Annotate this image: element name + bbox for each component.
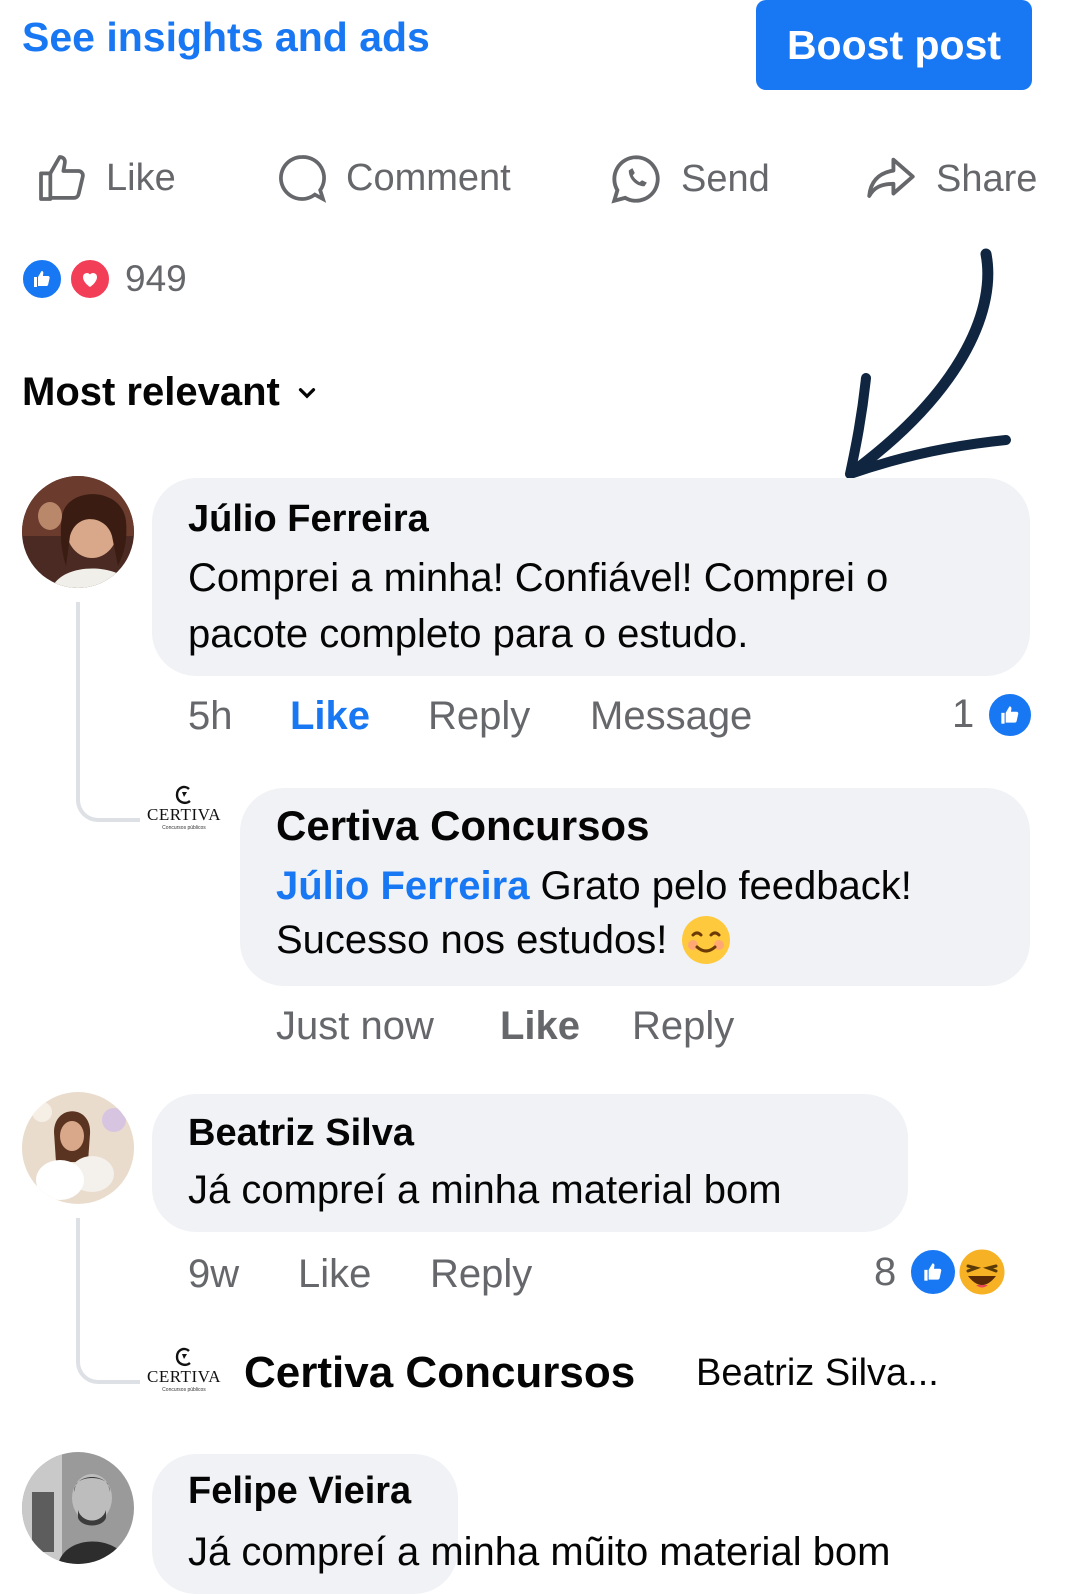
smiling-face-emoji-icon [682, 916, 731, 964]
avatar-beatriz[interactable] [22, 1092, 134, 1204]
logo-subtitle: Concursos públicos [162, 825, 206, 831]
reply-bubble-certiva[interactable]: Certiva Concursos Júlio Ferreira Grato p… [240, 788, 1030, 986]
like-reaction-icon [908, 1247, 958, 1297]
send-action-button[interactable]: Send [607, 150, 770, 208]
reply-text-line: Júlio Ferreira Grato pelo feedback! [276, 858, 912, 914]
comment-like-button[interactable]: Like [298, 1252, 371, 1297]
certiva-logo-avatar[interactable]: CERTIVA Concursos públicos [144, 1340, 224, 1400]
comment-author[interactable]: Júlio Ferreira [188, 498, 429, 541]
comment-action-label: Comment [346, 156, 511, 199]
reply-reply-button[interactable]: Reply [632, 1004, 734, 1049]
reply-text-line: Sucesso nos estudos! [276, 912, 731, 968]
comment-like-button[interactable]: Like [290, 694, 370, 739]
comment-reaction-count[interactable]: 1 [952, 692, 974, 737]
comment-time: 9w [188, 1252, 240, 1296]
comment-text: Já compreí a minha material bom [188, 1168, 782, 1212]
reply-preview-author[interactable]: Certiva Concursos [244, 1348, 635, 1398]
certiva-monogram-icon [175, 1347, 191, 1366]
logo-wordmark: CERTIVA [147, 1367, 221, 1386]
boost-post-label: Boost post [786, 21, 1002, 68]
sort-dropdown[interactable]: Most relevant [22, 370, 320, 415]
comment-bubble-beatriz[interactable]: Beatriz Silva Já compreí a minha materia… [152, 1094, 908, 1232]
comment-reply-button[interactable]: Reply [428, 694, 530, 739]
like-action-label: Like [106, 156, 176, 199]
like-reaction-icon [20, 257, 64, 301]
thumbs-up-icon [39, 155, 85, 201]
boost-post-button[interactable]: Boost post [756, 0, 1032, 90]
comment-text-line: Comprei a minha! Confiável! Comprei o [188, 556, 889, 600]
avatar-felipe[interactable] [22, 1452, 134, 1564]
love-reaction-icon [68, 257, 112, 301]
reply-text: Grato pelo feedback! [529, 864, 912, 908]
comment-reaction-count[interactable]: 8 [874, 1250, 896, 1295]
share-action-button[interactable]: Share [862, 150, 1037, 208]
reply-like-button[interactable]: Like [500, 1004, 580, 1049]
reaction-count[interactable]: 949 [125, 258, 187, 300]
comment-action-button[interactable]: Comment [274, 150, 511, 206]
logo-wordmark: CERTIVA [147, 805, 221, 824]
see-insights-link[interactable]: See insights and ads [22, 14, 430, 61]
certiva-monogram-icon [175, 785, 191, 804]
comment-message-button[interactable]: Message [590, 694, 752, 739]
mention-link[interactable]: Júlio Ferreira [276, 864, 529, 908]
comment-reply-button[interactable]: Reply [430, 1252, 532, 1297]
share-action-label: Share [936, 157, 1038, 200]
avatar-julio[interactable] [22, 476, 134, 588]
whatsapp-icon [611, 155, 660, 204]
send-action-label: Send [681, 157, 770, 200]
reply-preview-snippet[interactable]: Beatriz Silva... [696, 1352, 939, 1395]
reply-time: Just now [276, 1004, 434, 1048]
comment-text: Já compreí a minha mũito material bom [188, 1530, 891, 1574]
comment-author[interactable]: Felipe Vieira [188, 1470, 411, 1513]
sort-label: Most relevant [22, 370, 280, 414]
share-arrow-icon [867, 157, 915, 198]
comment-bubble-julio[interactable]: Júlio Ferreira Comprei a minha! Confiáve… [152, 478, 1030, 676]
like-action-button[interactable]: Like [34, 150, 176, 206]
thread-connector [76, 602, 140, 822]
haha-reaction-icon [956, 1246, 1008, 1298]
reply-author[interactable]: Certiva Concursos [276, 802, 649, 850]
chevron-down-icon [298, 387, 315, 399]
comment-author[interactable]: Beatriz Silva [188, 1112, 414, 1155]
like-reaction-icon [986, 691, 1034, 739]
annotation-arrow-icon [845, 248, 1011, 479]
comment-time: 5h [188, 694, 233, 738]
comment-text-line: pacote completo para o estudo. [188, 612, 749, 656]
thread-connector [76, 1218, 140, 1384]
certiva-logo-avatar[interactable]: CERTIVA Concursos públicos [144, 778, 224, 838]
reply-text: Sucesso nos estudos! [276, 918, 668, 962]
logo-subtitle: Concursos públicos [162, 1387, 206, 1393]
comment-icon [279, 155, 327, 203]
